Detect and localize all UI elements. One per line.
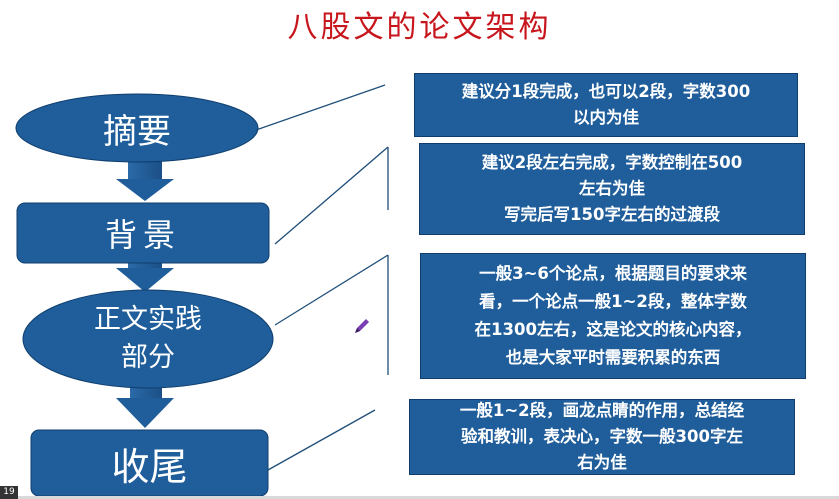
note-ending-line3: 右为佳 bbox=[577, 453, 627, 472]
connector-line-1 bbox=[255, 84, 386, 131]
node-body-text-line1: 正文实践 bbox=[94, 304, 202, 335]
node-background-text: 背景 bbox=[104, 216, 181, 254]
node-ending-text: 收尾 bbox=[111, 444, 188, 489]
note-body-line4: 也是大家平时需要积累的东西 bbox=[505, 348, 721, 367]
flow-arrow-2 bbox=[116, 262, 174, 292]
note-body-line3: 在1300左右，这是论文的核心内容， bbox=[474, 320, 752, 339]
note-abstract-line2: 以内为佳 bbox=[573, 108, 639, 127]
node-background-label: 背景 bbox=[17, 203, 269, 263]
node-ending-label: 收尾 bbox=[31, 430, 268, 496]
note-ending-line1: 一般1~2段，画龙点睛的作用，总结经 bbox=[459, 401, 745, 420]
note-ending-line2: 验和教训，表决心，字数一般300字左 bbox=[461, 427, 743, 446]
node-body-label: 正文实践 部分 bbox=[23, 290, 273, 388]
note-background: 建议2段左右完成，字数控制在500 左右为佳 写完后写150字左右的过渡段 bbox=[419, 143, 805, 235]
connector-line-3 bbox=[274, 254, 389, 326]
node-body-text-line2: 部分 bbox=[121, 342, 175, 373]
flow-arrow-1 bbox=[116, 157, 174, 201]
connector-line-2 bbox=[274, 146, 389, 245]
note-body-line2: 看，一个论点一般1~2段，整体字数 bbox=[479, 292, 747, 311]
flow-arrow-3 bbox=[116, 384, 174, 428]
page-number: 19 bbox=[0, 486, 18, 499]
note-body: 一般3~6个论点，根据题目的要求来 看，一个论点一般1~2段，整体字数 在130… bbox=[420, 253, 806, 379]
note-abstract-line1: 建议分1段完成，也可以2段，字数300 bbox=[461, 82, 751, 101]
note-background-line1: 建议2段左右完成，字数控制在500 bbox=[481, 153, 743, 172]
node-abstract-label: 摘要 bbox=[16, 94, 258, 162]
note-body-line1: 一般3~6个论点，根据题目的要求来 bbox=[479, 264, 747, 283]
note-ending: 一般1~2段，画龙点睛的作用，总结经 验和教训，表决心，字数一般300字左 右为… bbox=[409, 399, 795, 475]
note-background-line2: 左右为佳 bbox=[579, 179, 645, 198]
note-background-line3: 写完后写150字左右的过渡段 bbox=[504, 205, 720, 224]
note-abstract: 建议分1段完成，也可以2段，字数300 以内为佳 bbox=[414, 73, 798, 137]
connector-line-4 bbox=[267, 409, 376, 471]
pen-cursor-icon bbox=[355, 319, 369, 333]
node-abstract-text: 摘要 bbox=[103, 111, 171, 152]
